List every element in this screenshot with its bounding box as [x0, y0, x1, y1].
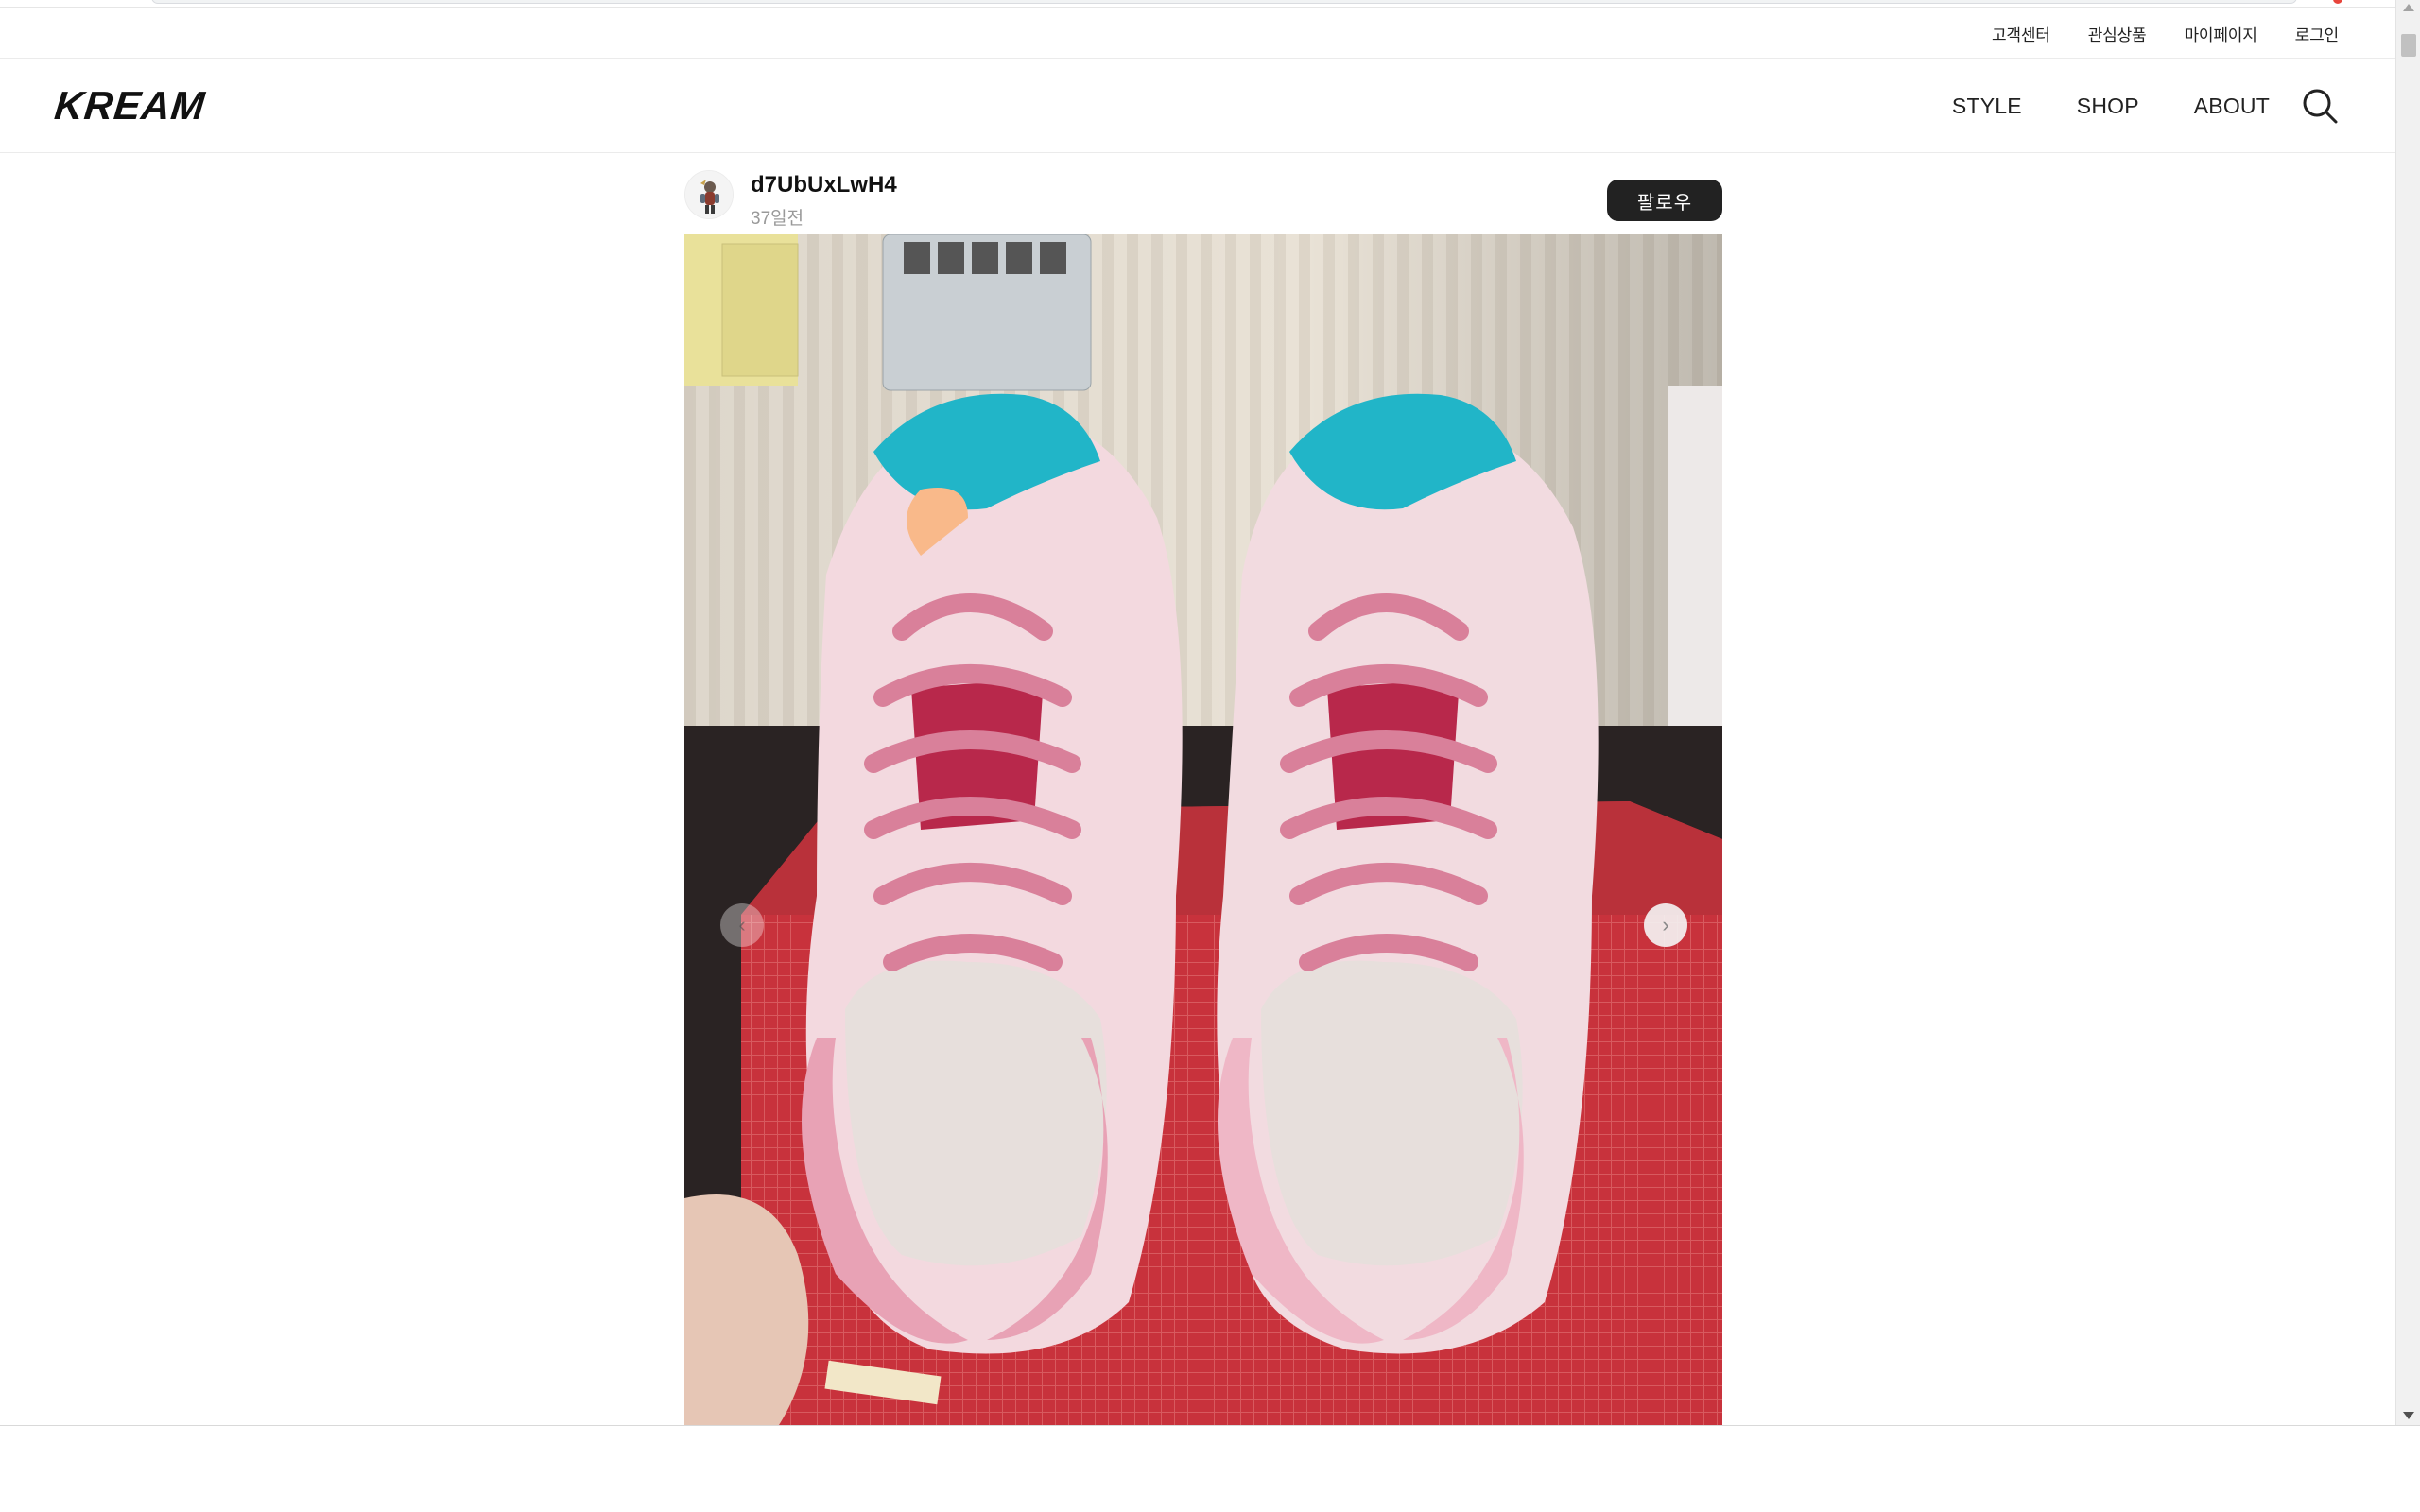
chevron-right-icon: › [1662, 913, 1669, 936]
post-username[interactable]: d7UbUxLwH4 [751, 172, 897, 198]
profile-dot-icon[interactable] [2333, 0, 2342, 4]
main-nav: STYLE SHOP ABOUT [1952, 59, 2270, 153]
page-viewport: 고객센터 관심상품 마이페이지 로그인 KREAM STYLE SHOP ABO… [0, 0, 2395, 1425]
scroll-up-icon[interactable] [2403, 4, 2414, 11]
utility-bar: 고객센터 관심상품 마이페이지 로그인 [0, 8, 2395, 59]
address-bar[interactable] [151, 0, 2297, 4]
carousel-prev-button[interactable]: ‹ [720, 903, 764, 947]
utility-link-login[interactable]: 로그인 [2295, 22, 2340, 45]
utility-link-mypage[interactable]: 마이페이지 [2184, 22, 2256, 45]
scroll-thumb[interactable] [2401, 34, 2416, 57]
post-header: d7UbUxLwH4 37일전 팔로우 [684, 170, 1722, 234]
chevron-left-icon: ‹ [738, 913, 746, 936]
utility-link-wishlist[interactable]: 관심상품 [2088, 22, 2147, 45]
utility-link-customer-center[interactable]: 고객센터 [1992, 22, 2050, 45]
nav-style[interactable]: STYLE [1952, 94, 2022, 119]
post-image-carousel[interactable]: ‹ › [684, 234, 1722, 1425]
nav-about[interactable]: ABOUT [2194, 94, 2270, 119]
search-icon [2303, 89, 2338, 124]
search-button[interactable] [2299, 85, 2341, 127]
pink-sneakers-photo [684, 234, 1722, 1425]
post-time: 37일전 [751, 209, 804, 229]
avatar[interactable] [684, 170, 734, 219]
avatar-figure-icon [685, 171, 733, 218]
style-post: d7UbUxLwH4 37일전 팔로우 ‹ › [684, 170, 1722, 1425]
carousel-next-button[interactable]: › [1644, 903, 1687, 947]
kream-logo[interactable]: KREAM [52, 83, 208, 129]
follow-button[interactable]: 팔로우 [1607, 180, 1722, 221]
nav-shop[interactable]: SHOP [2077, 94, 2139, 119]
bottom-blank-area [0, 1425, 2420, 1512]
scroll-down-icon[interactable] [2403, 1412, 2414, 1419]
browser-address-strip [0, 0, 2395, 8]
vertical-scrollbar[interactable] [2395, 0, 2420, 1425]
main-header: KREAM STYLE SHOP ABOUT [0, 59, 2395, 153]
